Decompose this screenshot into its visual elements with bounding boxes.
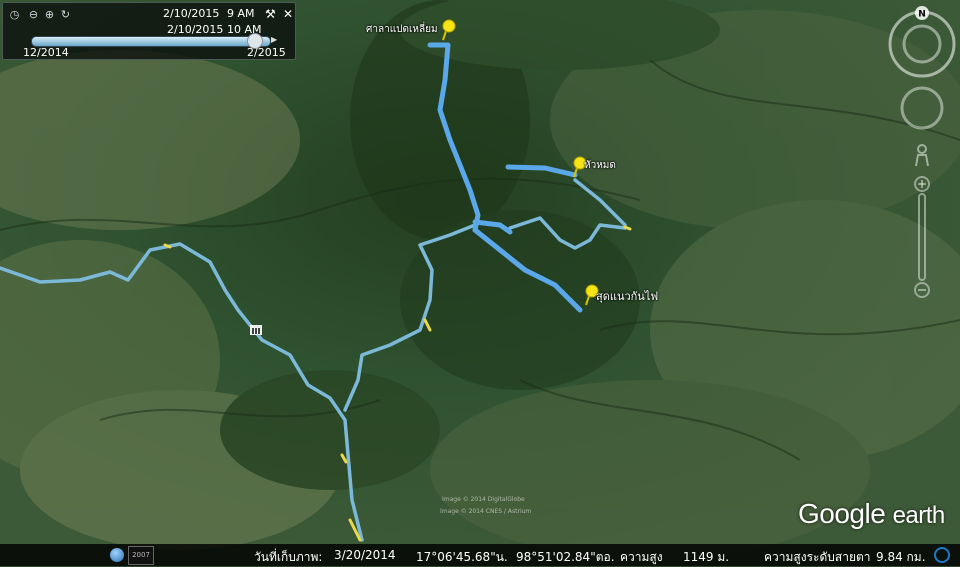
street-view-icon[interactable]	[915, 144, 929, 167]
placemark-label-huamod[interactable]: หัวหมด	[584, 158, 616, 173]
copyright-line-2: Image © 2014 CNES / Astrium	[440, 508, 532, 515]
wrench-icon[interactable]: ⚒	[265, 7, 276, 21]
step-forward-icon[interactable]: ▶	[271, 35, 281, 45]
end-time-date: 2/10/2015	[167, 23, 224, 36]
elevation-label: ความสูง	[620, 550, 663, 564]
streaming-icon	[934, 547, 950, 563]
status-bar: 2007 วันที่เก็บภาพ: 3/20/2014 17°06'45.6…	[0, 544, 960, 566]
latitude: 17°06'45.68"น.	[416, 550, 508, 564]
look-joystick[interactable]	[888, 10, 956, 78]
elevation: 1149 ม.	[683, 550, 730, 564]
museum-icon	[250, 325, 262, 335]
terrain-texture	[0, 0, 960, 560]
range-start-label: 12/2014	[23, 46, 69, 59]
placemark-label-firebreak[interactable]: สุดแนวกันไฟ	[596, 287, 658, 305]
eye-alt-label: ความสูงระดับสายตา	[764, 550, 871, 564]
eye-alt: 9.84 กม.	[876, 550, 926, 564]
move-joystick[interactable]	[900, 86, 944, 130]
satellite-map[interactable]	[0, 0, 960, 566]
placemark-label-sala[interactable]: ศาลาแปดเหลี่ยม	[366, 22, 438, 37]
google-earth-logo: Google earth	[798, 498, 945, 529]
globe-icon[interactable]	[110, 548, 124, 562]
reset-time-icon[interactable]: ↻	[59, 8, 72, 21]
close-icon[interactable]: ✕	[283, 7, 293, 21]
imagery-date: 3/20/2014	[334, 548, 396, 562]
zoom-out-time-icon[interactable]: ⊖	[27, 8, 40, 21]
north-compass[interactable]: N	[915, 6, 929, 20]
range-end-label: 2/2015	[247, 46, 286, 59]
navigation-controls: N	[888, 6, 956, 298]
historical-imagery-badge[interactable]: 2007	[128, 546, 154, 565]
imagery-date-label: วันที่เก็บภาพ:	[254, 550, 323, 564]
time-slider-panel: ◷ ⊖ ⊕ ↻ 2/10/2015 9 AM ⚒ ✕ 2/10/2015 10 …	[2, 2, 296, 60]
clock-icon[interactable]: ◷	[8, 8, 21, 21]
longitude: 98°51'02.84"ตอ.	[516, 550, 615, 564]
zoom-slider[interactable]	[914, 176, 930, 298]
start-time-date: 2/10/2015	[163, 7, 220, 20]
copyright-line-1: Image © 2014 DigitalGlobe	[442, 496, 525, 503]
north-label: N	[918, 10, 926, 20]
zoom-in-time-icon[interactable]: ⊕	[43, 8, 56, 21]
start-time-hour: 9 AM	[227, 7, 255, 20]
